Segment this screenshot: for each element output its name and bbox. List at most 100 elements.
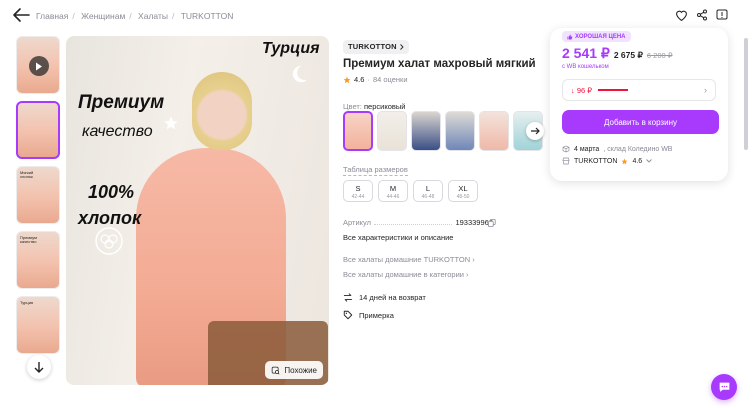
price-trend-line <box>598 89 629 91</box>
seller-info[interactable]: TURKOTTON 4.6 <box>562 157 652 165</box>
seller-rating: 4.6 <box>632 157 643 165</box>
size-range: 42-44 <box>351 194 365 200</box>
reviews-count: 84 оценки <box>372 75 408 84</box>
color-swatch[interactable] <box>445 111 475 151</box>
size-option[interactable]: L 46-48 <box>413 180 443 202</box>
size-range: 46-48 <box>421 194 435 200</box>
wallet-price: 2 541 ₽ <box>562 45 610 61</box>
all-specs-link[interactable]: Все характеристики и описание <box>343 233 453 242</box>
size-label: S <box>355 184 361 193</box>
thumbnail-image[interactable]: Премиум качество <box>16 231 60 289</box>
chevron-right-icon <box>399 43 404 50</box>
breadcrumb-separator: / <box>171 11 175 21</box>
delivery-info: 4 марта, склад Коледино WB <box>562 145 672 153</box>
back-arrow-icon[interactable] <box>12 7 30 23</box>
article-row: Артикул 193339960 <box>343 218 493 227</box>
breadcrumb-item[interactable]: Главная <box>36 11 68 21</box>
size-range: 48-50 <box>456 194 470 200</box>
similar-items-button[interactable]: Похожие <box>265 361 323 379</box>
share-button[interactable] <box>694 7 709 22</box>
breadcrumb-item[interactable]: TURKOTTON <box>181 11 234 21</box>
arrow-down-icon <box>34 361 44 373</box>
rating-value: 4.6 <box>354 75 365 84</box>
star-icon <box>343 76 351 83</box>
crescent-moon-icon <box>292 65 308 83</box>
top-actions <box>674 7 729 22</box>
size-option[interactable]: XL 48-50 <box>448 180 478 202</box>
thumbnails-scroll-down-button[interactable] <box>27 355 51 379</box>
old-price: 6 200 ₽ <box>646 51 673 60</box>
arrow-right-icon <box>530 127 540 135</box>
size-option[interactable]: S 42-44 <box>343 180 373 202</box>
size-label: M <box>389 184 397 193</box>
article-dots <box>373 218 453 225</box>
report-button[interactable] <box>714 7 729 22</box>
rating-separator: · <box>367 75 370 84</box>
wallet-note[interactable]: с WB кошельком <box>562 64 609 70</box>
fitting-text: Примерка <box>359 310 394 320</box>
share-icon <box>696 9 707 20</box>
thumbnail-caption: Турция <box>20 300 34 305</box>
heart-icon <box>676 10 687 21</box>
size-label: L <box>425 184 431 193</box>
breadcrumb-item[interactable]: Женщинам <box>81 11 125 21</box>
delivery-warehouse: , склад Коледино WB <box>603 145 673 153</box>
chat-button[interactable] <box>711 374 737 400</box>
chevron-right-icon: › <box>704 85 707 95</box>
buy-box: ХОРОШАЯ ЦЕНА 2 541 ₽ 2 675 ₽ 6 200 ₽ с W… <box>550 28 728 181</box>
price-history-button[interactable]: ↓ 96 ₽ › <box>562 79 716 101</box>
color-swatch[interactable] <box>479 111 509 151</box>
size-option[interactable]: M 44-46 <box>378 180 408 202</box>
exchange-arrows-icon <box>343 293 353 302</box>
promo-text: Премиум <box>78 92 165 113</box>
thumbs-up-icon <box>567 34 573 39</box>
thumbnail-image[interactable]: Турция <box>16 296 60 354</box>
swatches-next-button[interactable] <box>526 122 544 140</box>
promo-text: 100% <box>88 182 135 202</box>
thumbnail-caption: Мягкий хлопок <box>20 170 34 180</box>
box-icon <box>562 145 570 153</box>
favorite-button[interactable] <box>674 7 689 22</box>
category-link[interactable]: Все халаты домашние в категории › <box>343 270 469 279</box>
image-search-icon <box>272 366 280 375</box>
breadcrumb-separator: / <box>72 11 75 21</box>
color-swatch[interactable] <box>377 111 407 151</box>
shop-icon <box>562 157 570 165</box>
brand-category-link[interactable]: Все халаты домашние TURKOTTON › <box>343 255 475 264</box>
color-selector-label: Цвет: персиковый <box>343 102 543 111</box>
brand-category-link-label: Все халаты домашние TURKOTTON <box>343 255 471 264</box>
page-scrollbar[interactable] <box>744 38 748 150</box>
regular-price: 2 675 ₽ <box>613 50 643 60</box>
price-row: 2 541 ₽ 2 675 ₽ 6 200 ₽ <box>562 45 673 62</box>
breadcrumb-separator: / <box>129 11 132 21</box>
star-decoration-icon <box>164 116 178 130</box>
product-title: Премиум халат махровый мягкий <box>343 58 536 70</box>
promo-text: Турция <box>262 40 320 57</box>
size-table-link[interactable]: Таблица размеров <box>343 165 408 176</box>
color-swatch[interactable] <box>411 111 441 151</box>
color-swatch[interactable] <box>343 111 373 151</box>
main-product-image[interactable]: Премиум качество 100% хлопок Турция Похо… <box>66 36 329 385</box>
thumbnail-image-active[interactable] <box>16 101 60 159</box>
add-to-cart-button[interactable]: Добавить в корзину <box>562 110 719 134</box>
thumbnail-video[interactable] <box>16 36 60 94</box>
brand-link[interactable]: TURKOTTON <box>343 39 409 54</box>
delivery-date: 4 марта <box>574 145 600 153</box>
breadcrumb-item[interactable]: Халаты <box>138 11 168 21</box>
thumbnail-image[interactable]: Мягкий хлопок <box>16 166 60 224</box>
top-bar: Главная / Женщинам / Халаты / TURKOTTON <box>0 0 753 30</box>
copy-icon[interactable] <box>488 219 496 227</box>
color-swatches <box>343 111 543 151</box>
product-info: TURKOTTON Премиум халат махровый мягкий … <box>343 36 544 320</box>
return-policy-text: 14 дней на возврат <box>359 293 426 302</box>
rating-summary[interactable]: 4.6 · 84 оценки <box>343 75 543 84</box>
similar-items-label: Похожие <box>284 365 317 375</box>
size-label: XL <box>458 184 468 193</box>
price-drop-text: ↓ 96 ₽ <box>571 85 593 95</box>
cotton-icon <box>95 227 123 255</box>
brand-name: TURKOTTON <box>348 42 397 51</box>
fitting-option: Примерка <box>343 310 394 320</box>
chat-bubble-icon <box>719 382 729 392</box>
chevron-down-icon <box>646 159 652 163</box>
thumbnail-caption: Премиум качество <box>20 235 38 245</box>
